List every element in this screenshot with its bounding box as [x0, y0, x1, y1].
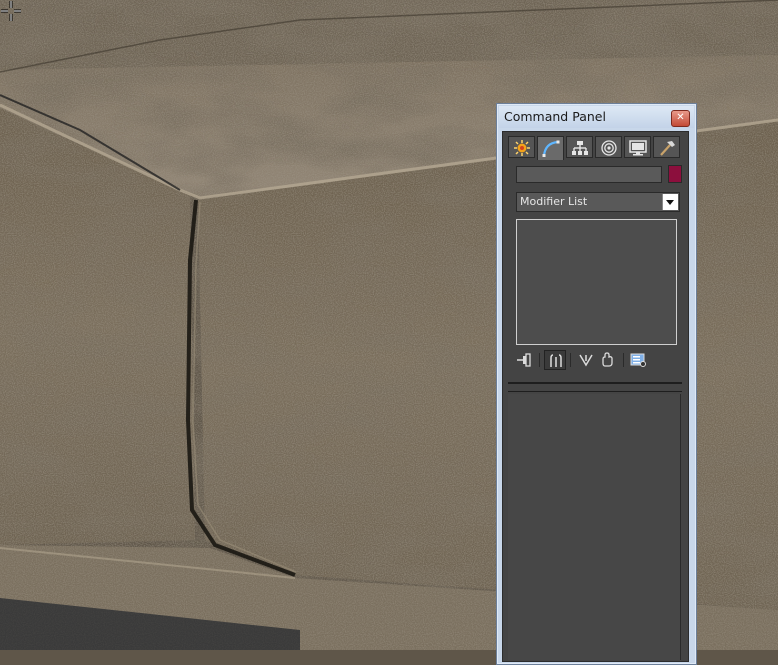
parameters-rollout-area[interactable] [508, 394, 681, 660]
close-button[interactable]: ✕ [671, 110, 690, 127]
tab-display[interactable] [624, 136, 651, 158]
remove-modifier-icon [602, 352, 613, 367]
command-panel-titlebar[interactable]: Command Panel ✕ [499, 106, 694, 128]
create-star-icon [514, 140, 530, 156]
show-end-result-button[interactable] [544, 350, 566, 370]
motion-wheel-icon [601, 140, 617, 156]
chevron-down-icon[interactable] [662, 194, 678, 210]
modifier-stack-list[interactable] [516, 219, 677, 345]
tab-motion[interactable] [595, 136, 622, 158]
toolbar-separator [623, 353, 624, 367]
display-monitor-icon [629, 140, 647, 156]
modifier-list-label: Modifier List [520, 195, 588, 208]
utilities-hammer-icon [660, 141, 675, 156]
crosshair-cursor-icon [1, 1, 21, 21]
panel-divider [508, 391, 682, 392]
panel-divider [508, 382, 682, 384]
object-color-swatch[interactable] [668, 165, 682, 183]
tab-utilities[interactable] [653, 136, 680, 158]
tab-modify[interactable] [537, 136, 564, 160]
object-name-field[interactable] [516, 166, 662, 183]
hierarchy-icon [572, 141, 588, 155]
make-unique-icon [579, 354, 593, 367]
modify-arc-icon [542, 140, 560, 157]
command-panel-body: Modifier List [502, 131, 689, 662]
tab-create[interactable] [508, 136, 535, 158]
configure-sets-icon [630, 353, 646, 367]
modifier-stack-toolbar [513, 350, 683, 372]
command-panel-window: Command Panel ✕ Modifier List [496, 103, 697, 665]
command-panel-title: Command Panel [504, 109, 606, 124]
configure-modifier-sets-button[interactable] [627, 350, 649, 370]
remove-modifier-button[interactable] [597, 350, 619, 370]
make-unique-button[interactable] [575, 350, 597, 370]
show-end-result-icon [550, 354, 562, 367]
pin-stack-button[interactable] [513, 350, 535, 370]
pin-stack-icon [517, 353, 531, 367]
toolbar-separator [539, 353, 540, 367]
toolbar-separator [570, 353, 571, 367]
tab-hierarchy[interactable] [566, 136, 593, 158]
modifier-list-dropdown[interactable]: Modifier List [516, 192, 680, 212]
